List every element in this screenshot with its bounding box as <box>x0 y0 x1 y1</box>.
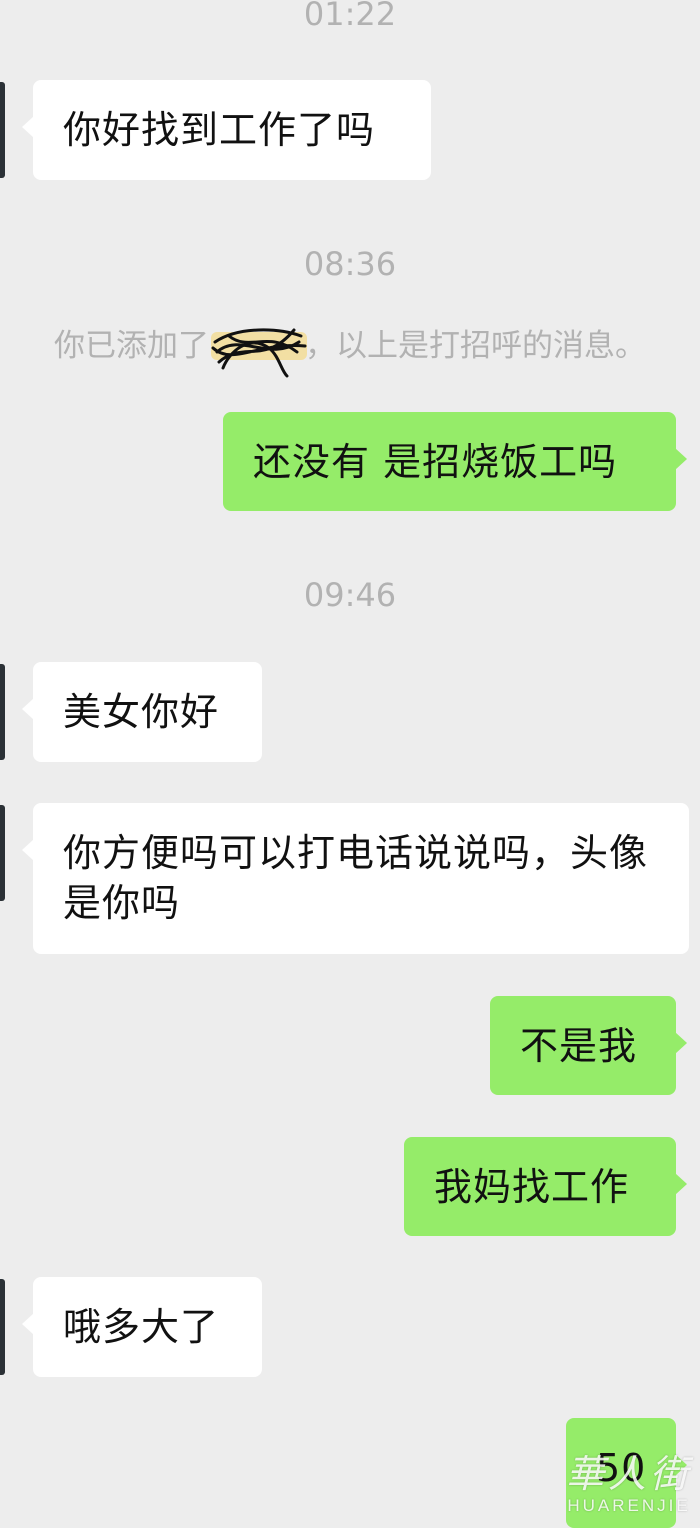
outgoing-message-bubble[interactable]: 我妈找工作 <box>404 1137 687 1236</box>
sender-avatar[interactable] <box>0 1279 5 1375</box>
outgoing-message-bubble[interactable]: 不是我 <box>490 996 687 1095</box>
redacted-name-scribble <box>209 328 307 377</box>
timestamp: 08:36 <box>303 245 397 283</box>
timestamp: 01:22 <box>303 0 397 33</box>
incoming-message-bubble[interactable]: 哦多大了 <box>22 1277 262 1377</box>
sender-avatar[interactable] <box>0 82 5 178</box>
system-notice: 你已添加了 ，以上是打招呼的消息。 <box>0 326 700 377</box>
watermark-latin: HUARENJIE <box>567 1496 691 1515</box>
system-notice-prefix: 你已添加了 <box>54 328 209 364</box>
watermark-chinese: 華人街 <box>565 1452 692 1496</box>
system-notice-suffix: ，以上是打招呼的消息。 <box>305 328 646 364</box>
incoming-message-bubble[interactable]: 你好找到工作了吗 <box>22 80 431 180</box>
outgoing-message-bubble[interactable]: 还没有 是招烧饭工吗 <box>223 412 687 511</box>
incoming-message-bubble[interactable]: 你方便吗可以打电话说说吗，头像是你吗 <box>22 803 689 954</box>
timestamp: 09:46 <box>303 576 397 614</box>
site-watermark: 華人街 HUARENJIE <box>566 1452 692 1516</box>
sender-avatar[interactable] <box>0 664 5 760</box>
incoming-message-bubble[interactable]: 美女你好 <box>22 662 262 762</box>
sender-avatar[interactable] <box>0 805 5 901</box>
